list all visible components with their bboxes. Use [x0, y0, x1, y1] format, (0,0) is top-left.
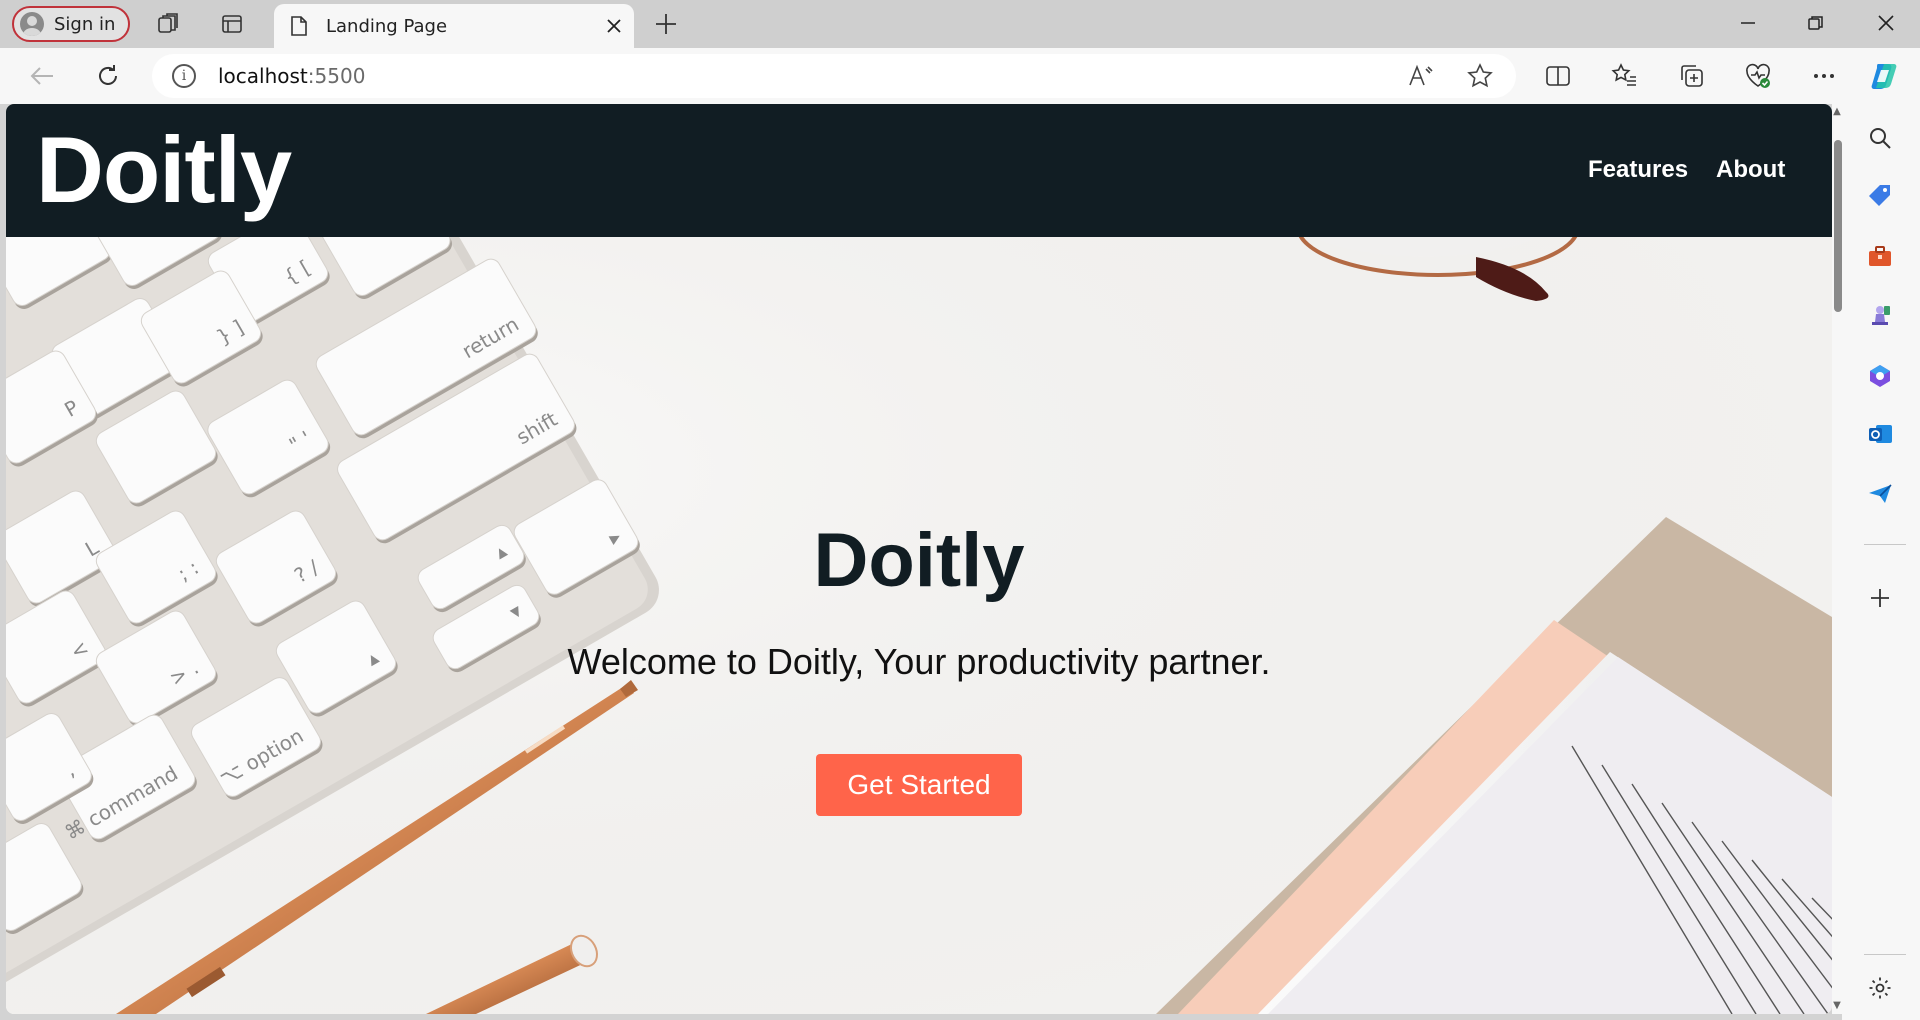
browser-essentials-icon[interactable]: [1740, 58, 1776, 94]
nav-link-about[interactable]: About: [1716, 156, 1785, 184]
tools-briefcase-icon[interactable]: [1864, 240, 1896, 272]
close-tab-icon[interactable]: [594, 6, 634, 46]
games-chess-icon[interactable]: [1864, 300, 1896, 332]
vertical-tabs-icon[interactable]: [220, 12, 244, 36]
settings-gear-icon[interactable]: [1864, 972, 1896, 1004]
page-icon: [291, 16, 307, 36]
more-options-icon[interactable]: [1806, 58, 1842, 94]
favorite-star-icon[interactable]: [1464, 60, 1496, 92]
scroll-down-icon[interactable]: ▼: [1832, 1000, 1842, 1012]
new-tab-icon[interactable]: [650, 8, 682, 40]
hero-title: Doitly: [813, 518, 1025, 603]
search-icon[interactable]: [1864, 122, 1896, 154]
add-sidebar-app-icon[interactable]: [1864, 582, 1896, 614]
split-screen-icon[interactable]: [1540, 58, 1576, 94]
outlook-icon[interactable]: [1864, 418, 1896, 450]
back-icon[interactable]: [24, 58, 60, 94]
restore-icon[interactable]: [1782, 0, 1850, 46]
browser-toolbar: i localhost:5500: [0, 48, 1920, 104]
get-started-button[interactable]: Get Started: [816, 754, 1022, 816]
sidebar-divider: [1864, 544, 1906, 545]
signin-label: Sign in: [54, 13, 116, 35]
close-window-icon[interactable]: [1852, 0, 1920, 46]
tab-strip: Sign in Landing Page: [0, 0, 1920, 48]
hero-background-image: { [} ] returnP" ' shiftL; :? /▸<> . ▴▴▾⌘ co…: [6, 237, 1832, 1014]
workspaces-icon[interactable]: [156, 12, 180, 36]
page-viewport: Doitly Features About {[}] return P "…: [6, 104, 1832, 1014]
address-bar[interactable]: i localhost:5500: [152, 54, 1516, 98]
site-info-icon[interactable]: i: [172, 64, 196, 88]
edge-sidebar: [1842, 104, 1920, 1020]
send-drop-icon[interactable]: [1864, 478, 1896, 510]
hero-section: { [} ] return P " ' shift L; :? / ▸ < > . ▴ ▴ ▾ ⌘ co…: [6, 237, 1832, 1014]
hero-subtitle: Welcome to Doitly, Your productivity par…: [567, 641, 1271, 682]
refresh-icon[interactable]: [90, 58, 126, 94]
nav-link-features[interactable]: Features: [1588, 156, 1688, 184]
url-port: :5500: [307, 64, 366, 88]
sidebar-divider-bottom: [1864, 954, 1906, 955]
scrollbar-thumb[interactable]: [1834, 140, 1842, 312]
site-navbar: Doitly Features About: [6, 104, 1832, 237]
avatar-icon: [20, 12, 44, 36]
url-host: localhost: [218, 64, 308, 88]
read-aloud-icon[interactable]: [1404, 60, 1436, 92]
copilot-icon[interactable]: [1868, 58, 1904, 94]
profile-signin-button[interactable]: Sign in: [12, 6, 130, 42]
favorites-icon[interactable]: [1606, 58, 1642, 94]
tab-landing-page[interactable]: Landing Page: [274, 4, 634, 48]
page-scrollbar[interactable]: ▲ ▼: [1832, 104, 1842, 1014]
collections-icon[interactable]: [1674, 58, 1710, 94]
site-logo[interactable]: Doitly: [36, 120, 292, 220]
tab-title: Landing Page: [326, 15, 448, 37]
shopping-tag-icon[interactable]: [1864, 180, 1896, 212]
minimize-icon[interactable]: [1714, 0, 1782, 46]
microsoft-365-icon[interactable]: [1864, 360, 1896, 392]
scroll-up-icon[interactable]: ▲: [1832, 106, 1842, 118]
